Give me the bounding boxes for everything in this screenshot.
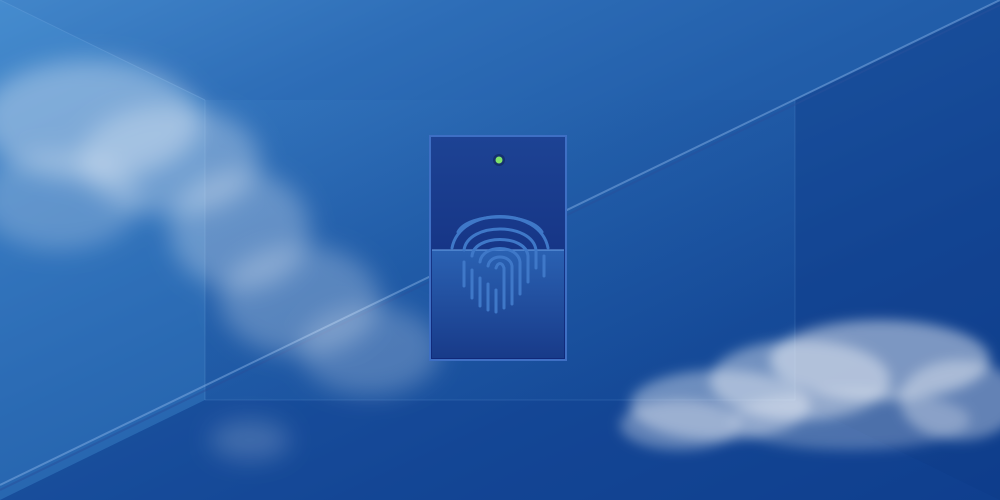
background-art <box>0 0 1000 500</box>
fingerprint-scanner-icon <box>429 135 567 361</box>
status-led-icon <box>495 156 503 164</box>
security-illustration <box>0 0 1000 500</box>
